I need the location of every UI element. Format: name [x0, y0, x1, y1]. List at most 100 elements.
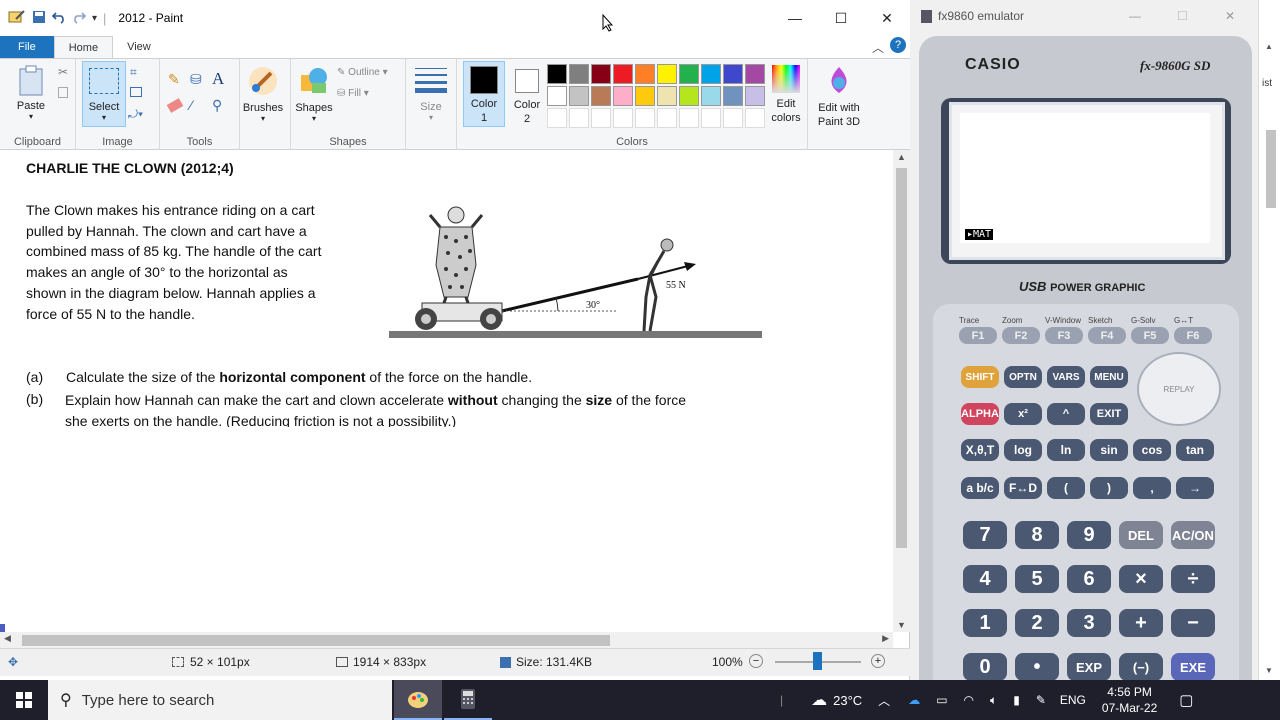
magnifier-icon[interactable]: ⚲ [212, 97, 222, 114]
vertical-scroll-thumb[interactable] [896, 168, 907, 548]
edit-paint3d-button[interactable]: Edit with Paint 3D [812, 65, 866, 129]
palette-swatch[interactable] [591, 64, 611, 84]
taskbar-search-box[interactable]: ⚲ Type here to search [48, 680, 392, 720]
palette-swatch[interactable] [679, 64, 699, 84]
close-button[interactable]: ✕ [864, 0, 910, 36]
palette-swatch[interactable] [657, 108, 677, 128]
calculator-titlebar[interactable]: fx9860 emulator — ☐ ✕ [913, 0, 1258, 32]
volume-icon[interactable]: 🔈︎ [990, 693, 997, 708]
palette-swatch[interactable] [591, 108, 611, 128]
key-num-1-4[interactable]: ÷ [1171, 565, 1215, 593]
crop-icon[interactable]: ⌗ [130, 65, 137, 80]
weather-temp[interactable]: 23°C [833, 693, 862, 708]
key-num-3-2[interactable]: EXP [1067, 653, 1111, 681]
key-exit[interactable]: EXIT [1090, 403, 1128, 425]
scroll-left-arrow-icon[interactable]: ◀ [4, 633, 11, 644]
select-button[interactable]: Select ▾ [82, 61, 126, 127]
wifi-icon[interactable]: ◠ [964, 693, 974, 707]
palette-swatch[interactable] [547, 86, 567, 106]
weather-icon[interactable]: ☁ [811, 690, 827, 710]
palette-swatch[interactable] [613, 86, 633, 106]
key-num-1-1[interactable]: 5 [1015, 565, 1059, 593]
horizontal-scrollbar[interactable]: ◀ ▶ [0, 632, 893, 648]
eraser-icon[interactable] [166, 98, 184, 113]
calc-close-button[interactable]: ✕ [1225, 9, 1235, 23]
key-num-1-3[interactable]: × [1119, 565, 1163, 593]
palette-swatch[interactable] [745, 108, 765, 128]
key-num-2-3[interactable]: + [1119, 609, 1163, 637]
palette-swatch[interactable] [701, 86, 721, 106]
tab-file[interactable]: File [0, 36, 54, 58]
key-fn-0[interactable]: X,θ,T [961, 439, 999, 461]
palette-swatch[interactable] [679, 108, 699, 128]
resize-icon[interactable] [130, 87, 142, 97]
collapse-ribbon-icon[interactable]: ︿ [872, 39, 884, 56]
show-hidden-icons-chevron-icon[interactable]: ︿ [878, 692, 890, 709]
palette-swatch[interactable] [635, 64, 655, 84]
edit-colors-button[interactable]: Edit colors [765, 65, 807, 125]
taskbar-calculator-app[interactable] [444, 680, 492, 720]
f-key-6[interactable]: F6 [1174, 327, 1212, 344]
key-num-3-0[interactable]: 0 [963, 653, 1007, 681]
palette-swatch[interactable] [723, 108, 743, 128]
clock[interactable]: 4:56 PM 07-Mar-22 [1102, 684, 1157, 716]
scroll-down-arrow-icon[interactable]: ▼ [893, 620, 910, 630]
key-frac-3[interactable]: ) [1090, 477, 1128, 499]
key-num-3-1[interactable]: • [1015, 653, 1059, 681]
start-button[interactable] [0, 680, 48, 720]
vertical-scrollbar[interactable]: ▲ ▼ [893, 150, 910, 632]
shapes-button[interactable]: Shapes ▾ [293, 65, 335, 123]
key-frac-4[interactable]: , [1133, 477, 1171, 499]
save-icon[interactable] [32, 10, 46, 27]
zoom-out-button[interactable]: − [749, 654, 763, 668]
palette-swatch[interactable] [635, 86, 655, 106]
key-menu[interactable]: MENU [1090, 366, 1128, 388]
palette-swatch[interactable] [635, 108, 655, 128]
key-fn-3[interactable]: sin [1090, 439, 1128, 461]
customize-qa-chevron-icon[interactable]: ▾ [92, 13, 97, 24]
key-num-1-0[interactable]: 4 [963, 565, 1007, 593]
palette-swatch[interactable] [547, 108, 567, 128]
fill-dropdown[interactable]: ⛁ Fill ▾ [337, 88, 369, 99]
tab-view[interactable]: View [113, 36, 165, 58]
key-vars[interactable]: VARS [1047, 366, 1085, 388]
copy-icon[interactable] [58, 87, 68, 98]
f-key-5[interactable]: F5 [1131, 327, 1169, 344]
key-num-2-0[interactable]: 1 [963, 609, 1007, 637]
key-num-3-3[interactable]: (−) [1119, 653, 1163, 681]
outline-dropdown[interactable]: ✎ Outline ▾ [337, 67, 388, 78]
redo-icon[interactable] [72, 10, 87, 27]
key-num-0-1[interactable]: 8 [1015, 521, 1059, 549]
fill-bucket-icon[interactable]: ⛁ [190, 71, 202, 88]
key-shift[interactable]: SHIFT [961, 366, 999, 388]
zoom-slider-thumb[interactable] [813, 652, 822, 670]
network-adapter-icon[interactable]: ▭ [936, 693, 947, 707]
key-frac-2[interactable]: ( [1047, 477, 1085, 499]
palette-swatch[interactable] [547, 64, 567, 84]
palette-swatch[interactable] [679, 86, 699, 106]
key-power[interactable]: ^ [1047, 403, 1085, 425]
palette-swatch[interactable] [569, 108, 589, 128]
color1-button[interactable]: Color 1 [463, 61, 505, 127]
color2-button[interactable]: Color 2 [507, 61, 547, 126]
paste-button[interactable]: Paste ▾ [8, 65, 54, 121]
key-frac-0[interactable]: a b/c [961, 477, 999, 499]
key-fn-4[interactable]: cos [1133, 439, 1171, 461]
key-num-0-2[interactable]: 9 [1067, 521, 1111, 549]
battery-icon[interactable]: ▮ [1013, 693, 1020, 707]
color-picker-icon[interactable]: ⁄ [190, 97, 192, 113]
f-key-3[interactable]: F3 [1045, 327, 1083, 344]
key-num-0-3[interactable]: DEL [1119, 521, 1163, 549]
image-canvas[interactable]: CHARLIE THE CLOWN (2012;4) The Clown mak… [8, 150, 892, 632]
palette-swatch[interactable] [745, 64, 765, 84]
key-fn-2[interactable]: ln [1047, 439, 1085, 461]
text-icon[interactable]: A [212, 69, 224, 89]
horizontal-scroll-thumb[interactable] [22, 635, 610, 646]
key-num-3-4[interactable]: EXE [1171, 653, 1215, 681]
taskbar-paint-app[interactable] [394, 680, 442, 720]
f-key-4[interactable]: F4 [1088, 327, 1126, 344]
palette-swatch[interactable] [657, 64, 677, 84]
brushes-button[interactable]: Brushes ▾ [240, 65, 286, 123]
calc-minimize-button[interactable]: — [1129, 9, 1141, 23]
key-num-1-2[interactable]: 6 [1067, 565, 1111, 593]
